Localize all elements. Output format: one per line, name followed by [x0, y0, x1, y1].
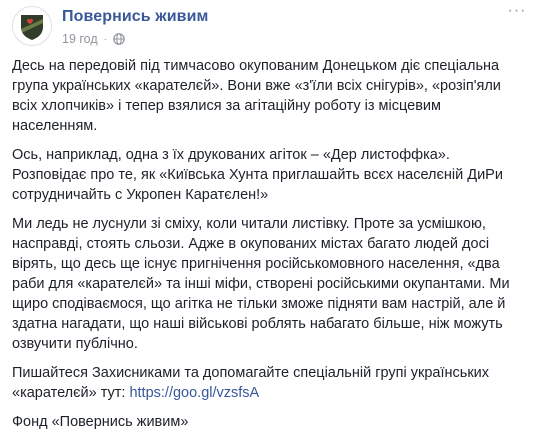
post-paragraph-1: Десь на передовій під тимчасово окупован…: [12, 58, 501, 134]
post-paragraph-5: Фонд «Повернись живим»: [12, 414, 189, 430]
post-body: Десь на передовій під тимчасово окупован…: [12, 56, 522, 441]
post-meta: 19 год ·: [62, 31, 125, 47]
more-options-icon[interactable]: ···: [507, 3, 527, 22]
facebook-post: Повернись живим 19 год · ··· Десь на пер…: [0, 0, 537, 445]
globe-icon: [113, 33, 125, 45]
post-paragraph-3: Ми ледь не луснули зі сміху, коли читали…: [12, 216, 510, 352]
post-paragraph-4: Пишайтеся Захисниками та допомагайте спе…: [12, 363, 522, 403]
post-paragraph-2: Ось, наприклад, одна з їх друкованих агі…: [12, 147, 503, 203]
donation-link[interactable]: https://goo.gl/vzsfsA: [129, 385, 259, 401]
shield-with-heart-icon: [13, 7, 51, 45]
page-name[interactable]: Повернись живим: [62, 8, 208, 26]
post-header: Повернись живим 19 год · ···: [12, 3, 527, 50]
post-timestamp[interactable]: 19 год: [62, 32, 98, 46]
page-avatar[interactable]: [12, 6, 52, 46]
meta-separator: ·: [103, 33, 107, 45]
